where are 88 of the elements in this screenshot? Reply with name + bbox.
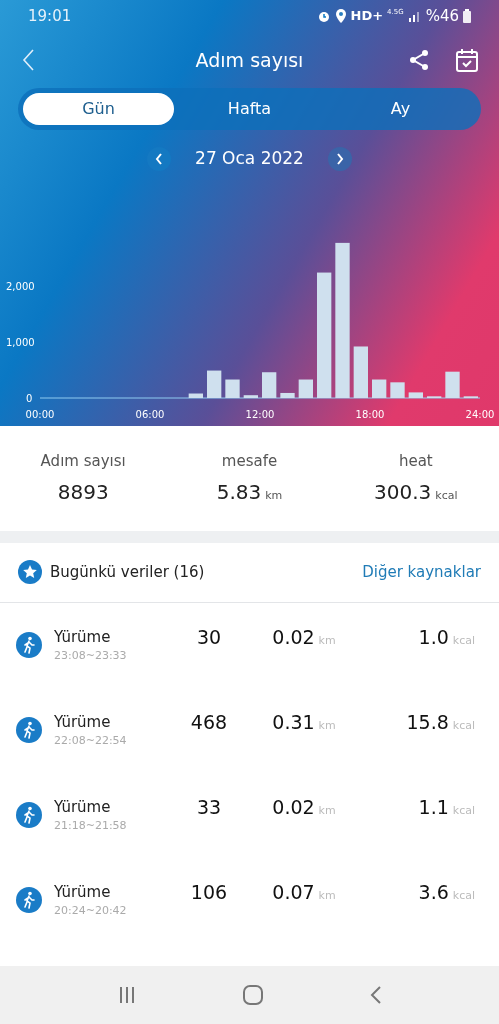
period-tab[interactable]: Hafta bbox=[174, 93, 325, 125]
chart-bar bbox=[298, 379, 313, 398]
distance-unit: km bbox=[318, 717, 336, 734]
x-tick-label: 06:00 bbox=[135, 409, 165, 420]
chart-bar bbox=[408, 392, 423, 398]
energy-unit: kcal bbox=[452, 802, 475, 819]
summary-unit: km bbox=[265, 487, 283, 504]
activity-steps: 468 bbox=[174, 707, 244, 737]
page-title: Adım sayısı bbox=[194, 47, 305, 73]
battery-icon bbox=[463, 9, 471, 23]
distance-unit: km bbox=[318, 802, 336, 819]
summary-value: 300.3 bbox=[374, 478, 432, 506]
home-icon bbox=[242, 985, 263, 1005]
battery-percent: %46 bbox=[425, 5, 459, 27]
activity-steps: 30 bbox=[174, 622, 244, 652]
chart-bar bbox=[353, 346, 368, 398]
activity-name: Yürüme bbox=[54, 626, 112, 648]
summary-value: 8893 bbox=[57, 478, 109, 506]
energy-unit: kcal bbox=[452, 887, 475, 904]
period-tab[interactable]: Gün bbox=[23, 93, 174, 125]
other-sources-link[interactable]: Diğer kaynaklar bbox=[362, 560, 481, 584]
distance-unit: km bbox=[318, 887, 336, 904]
activity-row[interactable]: Yürüme 23:08~23:33 30 0.02 km 1.0 kcal bbox=[0, 602, 499, 688]
activity-distance: 0.07 bbox=[272, 879, 315, 905]
calendar-icon bbox=[456, 48, 478, 72]
summary-label: mesafe bbox=[221, 451, 278, 472]
walking-icon bbox=[16, 887, 42, 913]
activity-row[interactable]: Yürüme 20:24~20:42 106 0.07 km 3.6 kcal bbox=[0, 857, 499, 943]
activity-name: Yürüme bbox=[54, 796, 112, 818]
x-tick-label: 24:00 bbox=[465, 409, 495, 420]
back-icon bbox=[369, 986, 382, 1004]
activity-energy: 3.6 bbox=[418, 879, 449, 905]
chart-bar bbox=[372, 379, 387, 398]
section-title: Bugünkü veriler (16) bbox=[50, 561, 206, 583]
activity-row[interactable]: Yürüme 21:18~21:58 33 0.02 km 1.1 kcal bbox=[0, 772, 499, 858]
recent-apps-icon bbox=[117, 986, 136, 1004]
y-tick-label: 2,000 bbox=[6, 281, 35, 292]
alarm-icon bbox=[316, 9, 331, 23]
summary-unit: kcal bbox=[435, 487, 458, 504]
walking-icon bbox=[16, 802, 42, 828]
chart-bar bbox=[390, 382, 405, 398]
x-tick-label: 18:00 bbox=[355, 409, 385, 420]
activity-time: 23:08~23:33 bbox=[54, 648, 128, 664]
chart-bar bbox=[243, 395, 258, 398]
activity-time: 20:24~20:42 bbox=[54, 903, 128, 919]
chevron-right-icon bbox=[335, 152, 344, 165]
signal-icon bbox=[407, 10, 422, 22]
activity-energy: 15.8 bbox=[406, 709, 449, 735]
y-tick-label: 0 bbox=[26, 393, 33, 404]
summary-label: Adım sayısı bbox=[40, 451, 126, 472]
x-tick-label: 00:00 bbox=[25, 409, 55, 420]
x-tick-label: 12:00 bbox=[245, 409, 275, 420]
activity-distance: 0.31 bbox=[272, 709, 315, 735]
activity-distance: 0.02 bbox=[272, 794, 315, 820]
summary-label: heat bbox=[398, 451, 433, 472]
energy-unit: kcal bbox=[452, 632, 475, 649]
previous-day-button[interactable] bbox=[147, 146, 172, 171]
energy-unit: kcal bbox=[452, 717, 475, 734]
activity-time: 22:08~22:54 bbox=[54, 733, 128, 749]
activity-distance: 0.02 bbox=[272, 624, 315, 650]
chart-bar bbox=[280, 392, 295, 398]
summary-value: 5.83 bbox=[216, 478, 262, 506]
status-time: 19:01 bbox=[28, 5, 72, 27]
location-icon bbox=[334, 9, 347, 23]
activity-energy: 1.0 bbox=[418, 624, 449, 650]
chevron-left-icon bbox=[155, 152, 164, 165]
network-label: HD+ bbox=[350, 7, 384, 26]
chart-bar bbox=[225, 379, 240, 398]
chart-bar bbox=[188, 393, 203, 398]
activity-energy: 1.1 bbox=[418, 794, 449, 820]
chart-bar bbox=[262, 372, 277, 398]
chart-bar bbox=[207, 370, 222, 398]
activity-time: 21:18~21:58 bbox=[54, 818, 128, 834]
activity-name: Yürüme bbox=[54, 881, 112, 903]
walking-icon bbox=[16, 717, 42, 743]
back-icon bbox=[21, 48, 35, 72]
y-tick-label: 1,000 bbox=[6, 337, 35, 348]
date-label: 27 Oca 2022 bbox=[194, 147, 305, 170]
chart-bar bbox=[445, 371, 460, 398]
period-tab[interactable]: Ay bbox=[325, 93, 476, 125]
next-day-button[interactable] bbox=[327, 146, 352, 171]
activity-steps: 33 bbox=[174, 792, 244, 822]
activity-name: Yürüme bbox=[54, 711, 112, 733]
distance-unit: km bbox=[318, 632, 336, 649]
activity-steps: 106 bbox=[174, 877, 244, 907]
share-icon bbox=[408, 49, 430, 71]
walking-icon bbox=[16, 632, 42, 658]
activity-row[interactable]: Yürüme 22:08~22:54 468 0.31 km 15.8 kcal bbox=[0, 687, 499, 773]
